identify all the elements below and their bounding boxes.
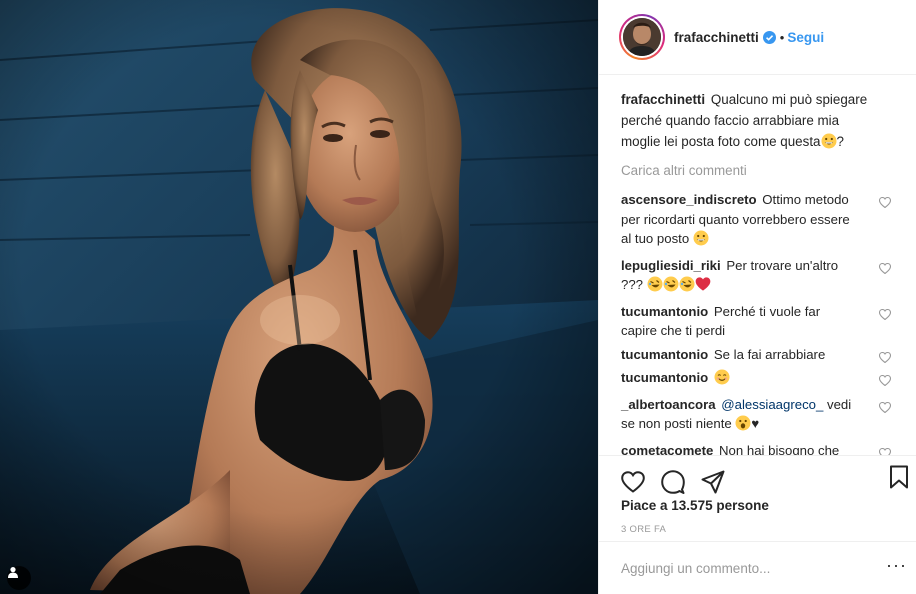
likes-count[interactable]: Piace a 13.575 persone [621,498,769,513]
comment-username[interactable]: lepugliesidi_riki [621,258,721,273]
comment-username[interactable]: tucumantonio [621,304,708,319]
smile-emoji-icon [714,369,730,391]
add-comment-box: ··· [599,541,916,594]
follow-button[interactable]: Segui [787,30,824,45]
load-more-comments-button[interactable]: Carica altri commenti [621,162,895,180]
comment-item: tucumantonio Perché ti vuole far capire … [621,302,892,341]
post-photo[interactable] [0,0,598,594]
comment-item: tucumantonio [621,368,892,391]
comment-item: ascensore_indiscreto Ottimo metodo per r… [621,190,892,252]
comment-like-heart-icon[interactable] [878,306,892,326]
post-timestamp[interactable]: 3 ORE FA [621,524,666,535]
comment-item: lepugliesidi_riki Per trovare un'altro ?… [621,256,892,298]
comment-username[interactable]: tucumantonio [621,347,708,362]
add-comment-input[interactable] [621,560,871,576]
rofl-emoji-icon [679,276,695,298]
post-header: frafacchinetti • Segui [599,0,916,75]
comment-like-heart-icon[interactable] [878,349,892,369]
user-tag-button[interactable] [7,566,31,590]
header-username[interactable]: frafacchinetti [674,30,759,45]
open-mouth-emoji-icon [735,415,751,437]
post-caption: frafacchinetti Qualcuno mi può spiegare … [621,89,881,155]
grin-emoji-icon [693,230,709,252]
verified-badge-icon [762,30,776,44]
comment-suffix: ♥ [751,416,760,431]
like-heart-icon[interactable] [621,471,645,493]
separator-dot: • [779,29,785,45]
photo-illustration [0,0,598,594]
caption-tail: ? [836,134,844,149]
more-options-icon[interactable]: ··· [886,556,907,574]
bookmark-icon[interactable] [889,465,909,492]
instagram-post: frafacchinetti • Segui frafacchinetti Qu… [0,0,916,594]
comment-item: tucumantonio Se la fai arrabbiare [621,345,892,365]
post-actions-bar [599,455,916,500]
comment-like-heart-icon[interactable] [878,194,892,214]
avatar-story-ring[interactable] [619,14,665,60]
comment-username[interactable]: ascensore_indiscreto [621,192,757,207]
red-heart-emoji-icon [695,276,711,298]
comments-list[interactable]: frafacchinetti Qualcuno mi può spiegare … [599,76,916,456]
comment-bubble-icon[interactable] [661,470,685,494]
comment-item: _albertoancora @alessiaagreco_ vedi se n… [621,395,892,437]
comment-like-heart-icon[interactable] [878,372,892,392]
caption-username[interactable]: frafacchinetti [621,92,705,107]
share-paper-plane-icon[interactable] [701,470,725,494]
comment-text: Se la fai arrabbiare [713,346,826,362]
comment-like-heart-icon[interactable] [878,399,892,419]
rofl-emoji-icon [663,276,679,298]
post-side-panel: frafacchinetti • Segui frafacchinetti Qu… [598,0,916,594]
comment-item: cometacomete Non hai bisogno che qualcun… [621,441,892,457]
avatar [623,18,661,56]
comment-username[interactable]: _albertoancora [621,397,716,412]
comment-like-heart-icon[interactable] [878,260,892,280]
comment-mention-link[interactable]: @alessiaagreco_ [721,397,823,412]
grin-emoji-icon [821,133,837,155]
comment-username[interactable]: cometacomete [621,443,713,457]
rofl-emoji-icon [647,276,663,298]
comment-username[interactable]: tucumantonio [621,370,708,385]
